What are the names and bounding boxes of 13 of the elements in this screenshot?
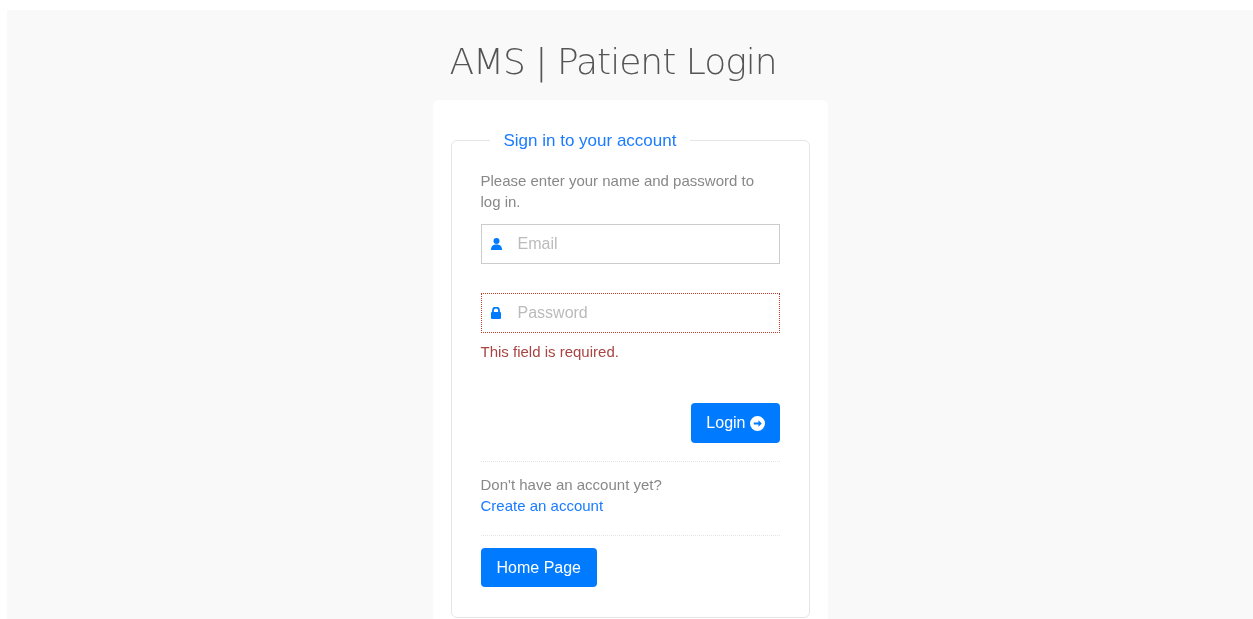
create-account-link[interactable]: Create an account xyxy=(480,497,604,514)
error-message: This field is required. xyxy=(480,341,620,362)
email-field[interactable]: Email xyxy=(480,223,780,264)
home-page-button[interactable]: Home Page xyxy=(480,548,597,587)
intro-text: Please enter your name and password to log in. xyxy=(480,170,755,212)
password-field[interactable]: Password xyxy=(480,292,780,333)
login-button[interactable]: Login xyxy=(691,403,780,443)
form-legend: Sign in to your account xyxy=(489,128,691,154)
lock-icon xyxy=(491,306,501,319)
user-icon xyxy=(490,237,502,250)
arrow-circle-icon xyxy=(749,415,765,431)
page-title: AMS | Patient Login xyxy=(449,40,777,84)
signup-prompt: Don't have an account yet? Create an account xyxy=(480,475,663,516)
